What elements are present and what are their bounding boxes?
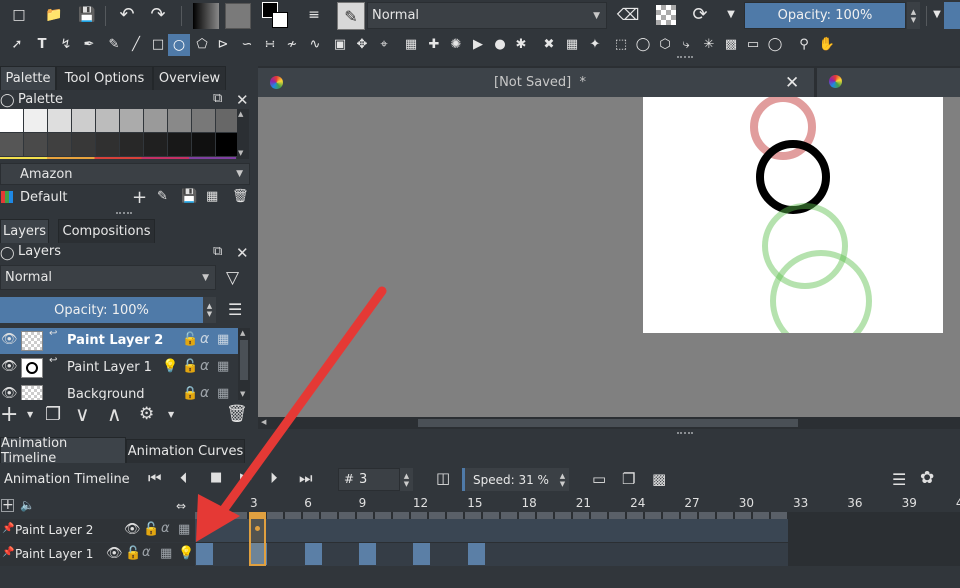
annotation-arrow: [196, 286, 387, 542]
